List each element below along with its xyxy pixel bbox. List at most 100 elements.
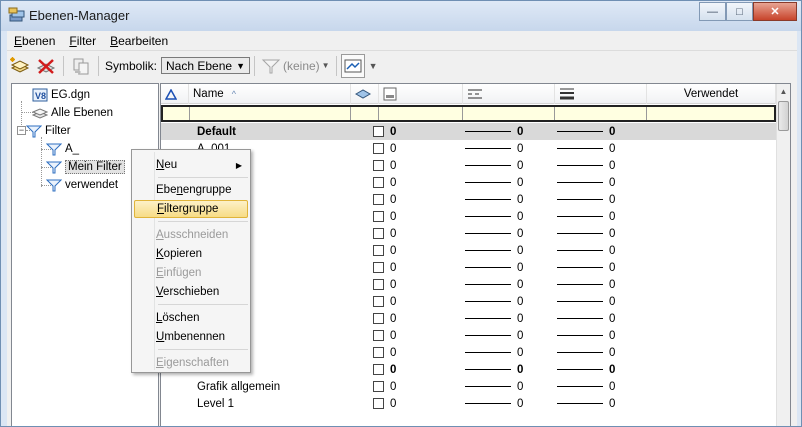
weight-checkbox[interactable]	[373, 245, 384, 256]
table-row[interactable]: 0 0 0	[161, 310, 776, 327]
context-menu-item-ebenengruppe[interactable]: Ebenengruppe	[134, 181, 248, 199]
tree-item-mein-filter[interactable]: Mein Filter	[46, 158, 125, 176]
layer-name-cell[interactable]: Grafik allgemein	[197, 378, 347, 395]
table-row[interactable]: 0 0 0	[161, 327, 776, 344]
style-cell[interactable]: 0	[465, 225, 523, 242]
new-layer-button[interactable]	[7, 54, 33, 78]
sort-indicator-column[interactable]	[161, 84, 189, 104]
tree-item-a[interactable]: A_	[46, 140, 79, 158]
weight-checkbox[interactable]	[373, 381, 384, 392]
style-cell[interactable]: 0	[465, 327, 523, 344]
weight-cell[interactable]: 0	[373, 259, 396, 276]
weight-cell[interactable]: 0	[373, 208, 396, 225]
table-row[interactable]: 0 0 0	[161, 174, 776, 191]
tree-item-verwendet[interactable]: verwendet	[46, 176, 118, 194]
style-cell[interactable]: 0	[465, 361, 523, 378]
display-style-dropdown-arrow-icon[interactable]: ▼	[369, 61, 378, 71]
table-row[interactable]: 0 0 0	[161, 344, 776, 361]
style-cell[interactable]: 0	[465, 276, 523, 293]
line-weight-cell[interactable]: 0	[557, 259, 615, 276]
weight-checkbox[interactable]	[373, 262, 384, 273]
weight-checkbox[interactable]	[373, 211, 384, 222]
style-cell[interactable]: 0	[465, 140, 523, 157]
style-cell[interactable]: 0	[465, 123, 523, 140]
menu-bearbeiten[interactable]: Bearbeiten	[103, 34, 175, 48]
weight-cell[interactable]: 0	[373, 191, 396, 208]
weight-checkbox[interactable]	[373, 194, 384, 205]
symbolik-select[interactable]: Nach Ebene ▼	[161, 57, 250, 74]
table-row[interactable]: Level 1 0 0 0	[161, 395, 776, 412]
name-filter-cell[interactable]	[190, 107, 351, 120]
line-weight-cell[interactable]: 0	[557, 361, 615, 378]
line-weight-cell[interactable]: 0	[557, 293, 615, 310]
table-row[interactable]: A_001000	[161, 140, 776, 157]
weight-cell[interactable]: 0	[373, 395, 396, 412]
line-weight-filter-cell[interactable]	[555, 107, 647, 120]
minimize-button[interactable]: —	[699, 2, 726, 21]
style-cell[interactable]: 0	[465, 174, 523, 191]
style-cell[interactable]: 0	[465, 310, 523, 327]
context-menu-item-verschieben[interactable]: Verschieben	[134, 283, 248, 301]
menu-filter[interactable]: Filter	[62, 34, 103, 48]
line-weight-cell[interactable]: 0	[557, 242, 615, 259]
copy-layer-button[interactable]	[68, 54, 94, 78]
line-weight-cell[interactable]: 0	[557, 310, 615, 327]
layer-name-cell[interactable]: Default	[197, 123, 347, 140]
weight-checkbox[interactable]	[373, 398, 384, 409]
table-row[interactable]: 0 0 0	[161, 225, 776, 242]
weight-cell[interactable]: 0	[373, 327, 396, 344]
weight-checkbox[interactable]	[373, 126, 384, 137]
table-row[interactable]: 0 0 0	[161, 191, 776, 208]
table-row[interactable]: 0 0 0	[161, 157, 776, 174]
weight-cell[interactable]: 0	[373, 344, 396, 361]
line-weight-column-header[interactable]	[555, 84, 647, 104]
weight-cell[interactable]: 0	[373, 174, 396, 191]
weight-cell[interactable]: 0	[373, 361, 396, 378]
table-row[interactable]: 0 0 0	[161, 259, 776, 276]
weight-cell[interactable]: 0	[373, 276, 396, 293]
line-weight-cell[interactable]: 0	[557, 208, 615, 225]
tree-item-eg-dgn[interactable]: V8 EG.dgn	[32, 86, 90, 104]
context-menu-item-umbenennen[interactable]: Umbenennen	[134, 328, 248, 346]
weight-checkbox[interactable]	[373, 177, 384, 188]
line-weight-cell[interactable]: 0	[557, 140, 615, 157]
weight-checkbox[interactable]	[373, 160, 384, 171]
tree-item-filter[interactable]: Filter	[26, 122, 71, 140]
weight-filter-cell[interactable]	[379, 107, 463, 120]
weight-checkbox[interactable]	[373, 228, 384, 239]
line-weight-cell[interactable]: 0	[557, 344, 615, 361]
tree-item-alle-ebenen[interactable]: Alle Ebenen	[32, 104, 113, 122]
line-weight-cell[interactable]: 0	[557, 191, 615, 208]
table-row[interactable]: 0 0 0	[161, 242, 776, 259]
line-weight-cell[interactable]: 0	[557, 327, 615, 344]
weight-checkbox[interactable]	[373, 364, 384, 375]
weight-cell[interactable]: 0	[373, 242, 396, 259]
display-style-button[interactable]	[340, 53, 365, 78]
table-row[interactable]: Ebene 1000	[161, 361, 776, 378]
style-cell[interactable]: 0	[465, 395, 523, 412]
line-weight-cell[interactable]: 0	[557, 225, 615, 242]
collapse-toggle-icon[interactable]: −	[17, 126, 26, 135]
style-cell[interactable]: 0	[465, 344, 523, 361]
style-cell[interactable]: 0	[465, 191, 523, 208]
menu-ebenen[interactable]: Ebenen	[7, 34, 62, 48]
weight-checkbox[interactable]	[373, 143, 384, 154]
style-column-header[interactable]	[463, 84, 555, 104]
table-row[interactable]: 0 0 0	[161, 208, 776, 225]
style-cell[interactable]: 0	[465, 157, 523, 174]
table-row[interactable]: 0 0 0	[161, 293, 776, 310]
weight-checkbox[interactable]	[373, 330, 384, 341]
display-column-header[interactable]	[351, 84, 379, 104]
filter-select-value[interactable]: (keine)	[283, 59, 320, 73]
weight-cell[interactable]: 0	[373, 157, 396, 174]
weight-checkbox[interactable]	[373, 296, 384, 307]
line-weight-cell[interactable]: 0	[557, 276, 615, 293]
weight-column-header[interactable]	[379, 84, 463, 104]
weight-checkbox[interactable]	[373, 313, 384, 324]
scroll-thumb[interactable]	[778, 101, 789, 131]
line-weight-cell[interactable]: 0	[557, 157, 615, 174]
weight-cell[interactable]: 0	[373, 293, 396, 310]
line-weight-cell[interactable]: 0	[557, 174, 615, 191]
close-button[interactable]: ✕	[753, 2, 797, 21]
weight-cell[interactable]: 0	[373, 225, 396, 242]
